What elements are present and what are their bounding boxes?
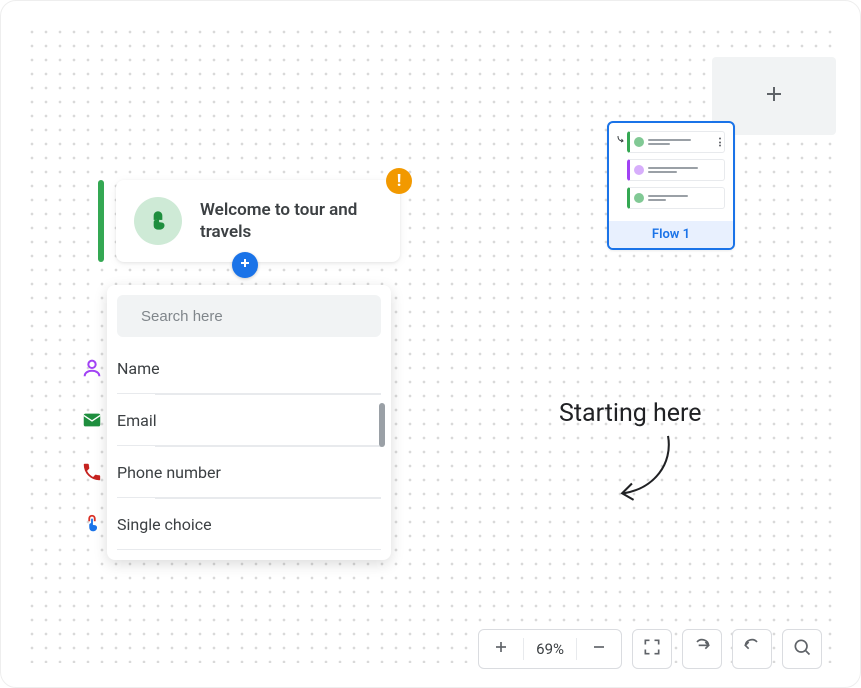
dropdown-item-email[interactable]: Email: [117, 395, 381, 446]
flow-thumbnail[interactable]: Flow 1: [607, 121, 735, 250]
dropdown-item-label: Email: [117, 411, 157, 430]
redo-button[interactable]: [682, 629, 722, 669]
undo-button[interactable]: [732, 629, 772, 669]
email-icon: [81, 409, 103, 431]
dropdown-item-name[interactable]: Name: [117, 343, 381, 394]
separator: [523, 638, 524, 660]
field-type-dropdown: Name Email Phone number: [107, 285, 391, 560]
alert-badge-icon[interactable]: !: [386, 168, 412, 194]
search-button[interactable]: [782, 629, 822, 669]
flow-node-accent: [98, 180, 104, 262]
touch-icon: [134, 197, 182, 245]
person-icon: [81, 357, 103, 379]
fullscreen-icon: [642, 637, 662, 661]
separator: [576, 638, 577, 660]
flow-node-title: Welcome to tour and travels: [200, 199, 382, 243]
dropdown-item-phone[interactable]: Phone number: [117, 447, 381, 498]
zoom-level: 69%: [536, 640, 564, 658]
fullscreen-button[interactable]: [632, 629, 672, 669]
mini-card-icon: [634, 165, 644, 175]
dropdown-item-label: Name: [117, 359, 160, 378]
search-input[interactable]: [141, 308, 369, 325]
kebab-icon: [719, 138, 721, 147]
mini-card: [627, 159, 725, 181]
dropdown-item-label: Phone number: [117, 463, 221, 482]
dropdown-item-label: Single choice: [117, 515, 212, 534]
zoom-out-button[interactable]: [589, 637, 609, 661]
plus-icon: [762, 82, 786, 110]
dropdown-item-single-choice[interactable]: Single choice: [117, 499, 381, 550]
annotation-arrow-icon: [609, 431, 691, 513]
scrollbar[interactable]: [379, 403, 385, 543]
annotation-text: Starting here: [559, 399, 702, 428]
zoom-group: 69%: [478, 629, 622, 669]
phone-icon: [81, 461, 103, 483]
mini-card: [627, 187, 725, 209]
flow-start-arrow-icon: [615, 131, 627, 145]
undo-icon: [742, 637, 762, 661]
flow-thumbnail-body: [609, 123, 733, 221]
search-icon: [792, 637, 812, 661]
dropdown-search[interactable]: [117, 295, 381, 337]
tap-icon: [81, 513, 103, 535]
scrollbar-thumb[interactable]: [379, 403, 385, 447]
add-node-button[interactable]: [232, 252, 258, 278]
mini-card: [627, 131, 725, 153]
plus-icon: [237, 255, 253, 275]
flow-node[interactable]: Welcome to tour and travels !: [98, 180, 400, 262]
mini-card-icon: [634, 137, 644, 147]
redo-icon: [692, 637, 712, 661]
canvas-toolbar: 69%: [478, 629, 822, 669]
flow-thumbnail-label: Flow 1: [609, 221, 733, 248]
mini-card-icon: [634, 193, 644, 203]
zoom-in-button[interactable]: [491, 637, 511, 661]
